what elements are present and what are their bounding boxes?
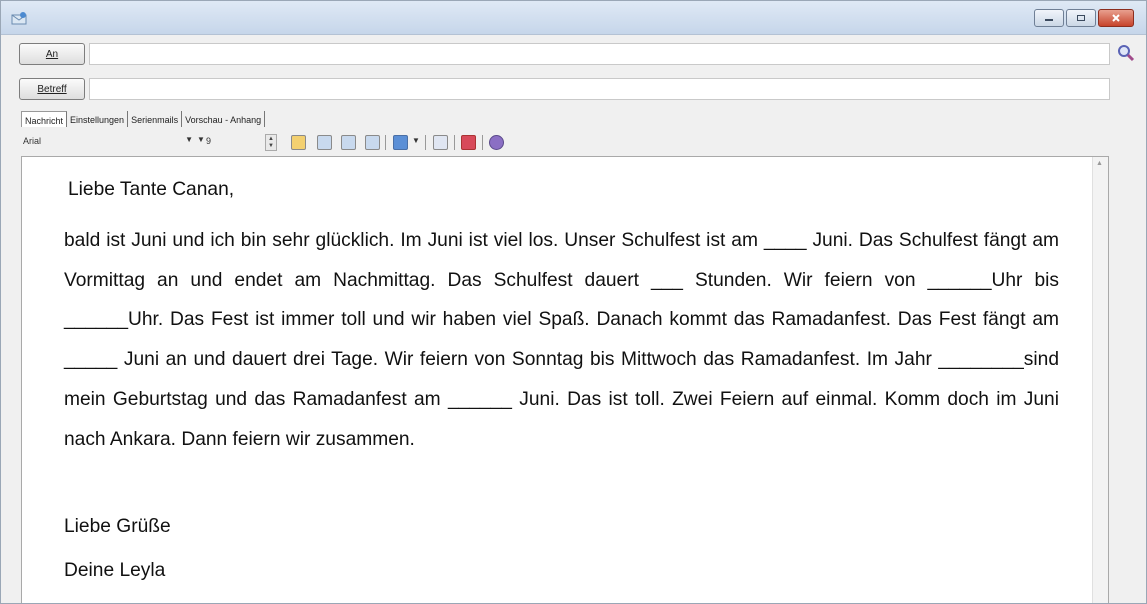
link-icon[interactable] (461, 135, 476, 150)
chevron-down-icon: ▼ (197, 135, 205, 144)
underline-icon[interactable] (365, 135, 380, 150)
message-editor[interactable]: Liebe Tante Canan, bald ist Juni und ich… (21, 156, 1109, 603)
subject-button[interactable]: Betreff (19, 78, 85, 100)
close-button[interactable] (1098, 9, 1134, 27)
font-size-stepper[interactable]: ▲ ▼ (265, 134, 277, 151)
address-search-button[interactable] (1116, 43, 1136, 63)
italic-icon[interactable] (341, 135, 356, 150)
font-family-select[interactable]: Arial ▼ (21, 134, 197, 151)
maximize-icon (1077, 15, 1085, 21)
view-icon[interactable] (489, 135, 504, 150)
chevron-down-icon[interactable]: ▼ (412, 136, 420, 145)
window-controls (1034, 9, 1134, 27)
chevron-down-icon: ▼ (185, 135, 193, 144)
tab-preview-attachment[interactable]: Vorschau - Anhang (182, 111, 266, 127)
mail-app-icon (11, 11, 27, 27)
compose-tabs: Nachricht Einstellungen Serienmails Vors… (21, 111, 266, 129)
message-greeting: Liebe Tante Canan, (68, 179, 235, 200)
bold-icon[interactable] (317, 135, 332, 150)
font-color-icon[interactable] (291, 135, 306, 150)
tab-serial-mails[interactable]: Serienmails (128, 111, 183, 127)
editor-scrollbar[interactable]: ▲ (1092, 157, 1108, 603)
message-closing: Liebe Grüße (64, 516, 171, 537)
toolbar-divider (454, 135, 455, 150)
message-paragraph: bald ist Juni und ich bin sehr glücklich… (64, 230, 1059, 450)
to-field[interactable] (89, 43, 1110, 65)
stepper-up-icon: ▲ (268, 135, 274, 142)
mail-compose-window: An Betreff Nachricht Einstellungen Serie… (0, 0, 1147, 604)
stepper-down-icon: ▼ (268, 143, 274, 150)
subject-row: Betreff (19, 77, 1110, 103)
search-icon (1118, 45, 1135, 62)
to-button[interactable]: An (19, 43, 85, 65)
font-family-value: Arial (23, 136, 42, 146)
toolbar-divider (425, 135, 426, 150)
minimize-icon (1045, 19, 1053, 21)
maximize-button[interactable] (1066, 9, 1096, 27)
to-row: An (19, 42, 1110, 68)
align-icon[interactable] (393, 135, 408, 150)
close-icon (1112, 14, 1120, 22)
title-bar[interactable] (1, 1, 1146, 35)
scroll-up-icon[interactable]: ▲ (1096, 160, 1103, 167)
formatting-toolbar: Arial ▼ ▼ 9 ▲ ▼ ▼ (21, 133, 541, 153)
toolbar-divider (482, 135, 483, 150)
font-size-value: 9 (206, 136, 212, 146)
font-size-select[interactable]: ▼ 9 (197, 134, 267, 151)
tab-message[interactable]: Nachricht (21, 111, 68, 127)
toolbar-divider (385, 135, 386, 150)
tab-settings[interactable]: Einstellungen (67, 111, 129, 127)
message-signature: Deine Leyla (64, 560, 166, 581)
minimize-button[interactable] (1034, 9, 1064, 27)
list-icon[interactable] (433, 135, 448, 150)
subject-field[interactable] (89, 78, 1110, 100)
